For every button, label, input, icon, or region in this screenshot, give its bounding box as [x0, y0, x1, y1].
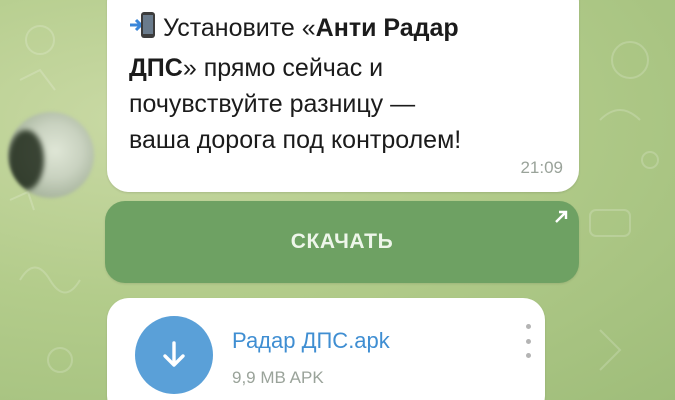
download-arrow-icon [163, 341, 185, 367]
download-button-label: СКАЧАТЬ [290, 230, 394, 253]
more-options-icon[interactable] [523, 324, 533, 358]
avatar[interactable] [8, 112, 94, 198]
message-bubble: Установите «Анти Радар ДПС» прямо сейчас… [107, 0, 579, 192]
message-line4: ваша дорога под контролем! [129, 126, 462, 154]
file-bubble[interactable]: Радар ДПС.apk 9,9 MB APK [107, 298, 545, 400]
message-line2-bold: ДПС [129, 54, 183, 82]
message-text: Установите «Анти Радар ДПС» прямо сейчас… [129, 10, 559, 158]
phone-arrow-icon [129, 10, 157, 50]
download-button[interactable]: СКАЧАТЬ [105, 201, 579, 283]
message-time: 21:09 [520, 158, 563, 177]
message-app-name: Анти Радар [315, 14, 459, 42]
file-meta: 9,9 MB APK [232, 368, 324, 387]
file-download-button[interactable] [135, 316, 213, 394]
message-prefix: Установите « [163, 14, 316, 42]
message-line3: почувствуйте разницу — [129, 90, 416, 118]
external-arrow-icon [555, 210, 568, 223]
message-line2-rest: » прямо сейчас и [182, 54, 384, 82]
file-name[interactable]: Радар ДПС.apk [232, 328, 390, 354]
